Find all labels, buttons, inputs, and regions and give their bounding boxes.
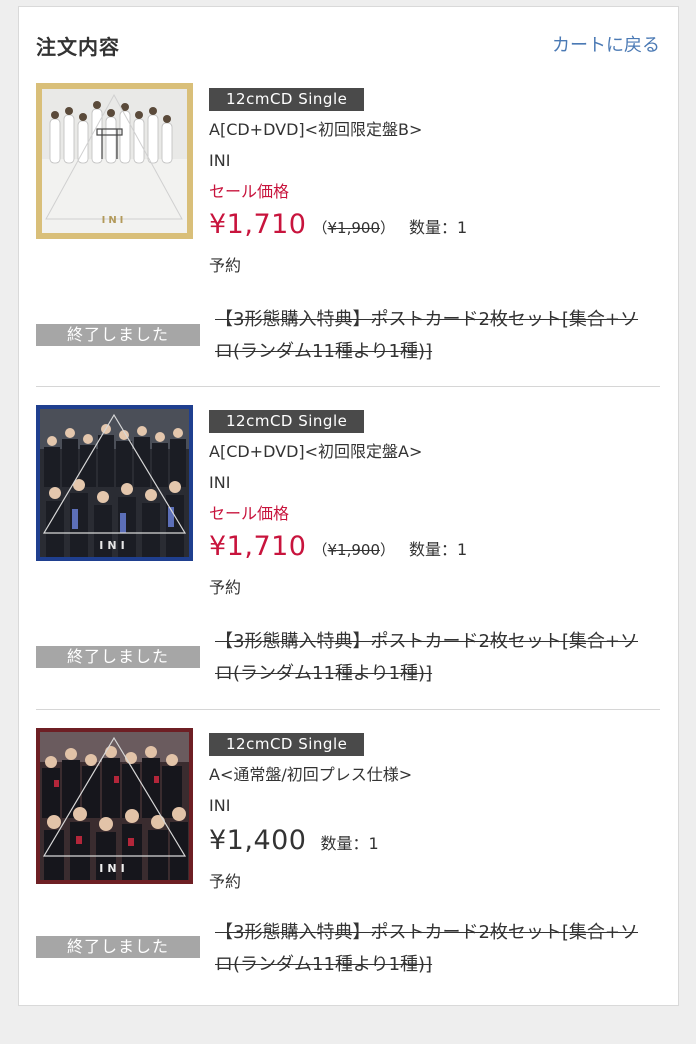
price: ¥1,710 [209, 531, 307, 562]
item-info: 12cmCD Single A[CD+DVD]<初回限定盤A> INI セール価… [209, 410, 659, 599]
product-title[interactable]: A[CD+DVD]<初回限定盤B> [209, 119, 659, 141]
item-divider [36, 386, 660, 387]
back-to-cart-link[interactable]: カートに戻る [552, 31, 660, 57]
order-contents-panel: 注文内容 カートに戻る INI 12cmCD Single A[CD+DVD]<… [18, 6, 679, 1006]
product-jacket-image[interactable]: INI [36, 728, 193, 884]
jacket-artwork: INI [42, 89, 187, 233]
item-divider [36, 709, 660, 710]
artist-name[interactable]: INI [209, 795, 659, 817]
ended-badge: 終了しました [36, 936, 200, 958]
price-row: ¥1,400 数量：1 [209, 825, 659, 861]
product-jacket-image[interactable]: INI [36, 83, 193, 239]
original-price: （¥1,900） [312, 541, 396, 559]
original-price: （¥1,900） [312, 219, 396, 237]
purchase-bonus-text: 【3形態購入特典】ポストカード2枚セット[集合+ソロ(ランダム11種より1種)] [215, 922, 639, 975]
product-jacket-image[interactable]: INI [36, 405, 193, 561]
artist-name[interactable]: INI [209, 150, 659, 172]
ended-badge: 終了しました [36, 646, 200, 668]
page-title: 注文内容 [36, 35, 120, 59]
jacket-artwork: INI [40, 409, 189, 557]
product-title[interactable]: A[CD+DVD]<初回限定盤A> [209, 441, 659, 463]
order-item: INI 12cmCD Single A[CD+DVD]<初回限定盤A> INI … [19, 399, 678, 721]
reservation-status: 予約 [209, 256, 242, 275]
format-badge: 12cmCD Single [209, 88, 365, 111]
product-title[interactable]: A<通常盤/初回プレス仕様> [209, 764, 659, 786]
price-row: ¥1,710 （¥1,900） 数量：1 [209, 209, 659, 245]
price-row: ¥1,710 （¥1,900） 数量：1 [209, 531, 659, 567]
item-info: 12cmCD Single A[CD+DVD]<初回限定盤B> INI セール価… [209, 88, 659, 277]
reservation-status: 予約 [209, 578, 242, 597]
ended-badge: 終了しました [36, 324, 200, 346]
jacket-logo: INI [99, 539, 128, 552]
price: ¥1,710 [209, 209, 307, 240]
sale-price-label: セール価格 [209, 504, 290, 523]
jacket-logo: INI [102, 215, 127, 226]
quantity: 数量：1 [320, 834, 379, 853]
quantity: 数量：1 [409, 218, 468, 237]
order-item: INI 12cmCD Single A<通常盤/初回プレス仕様> INI ¥1,… [19, 722, 678, 1044]
artist-name[interactable]: INI [209, 472, 659, 494]
quantity: 数量：1 [409, 540, 468, 559]
format-badge: 12cmCD Single [209, 733, 365, 756]
purchase-bonus-text: 【3形態購入特典】ポストカード2枚セット[集合+ソロ(ランダム11種より1種)] [215, 631, 639, 684]
format-badge: 12cmCD Single [209, 410, 365, 433]
purchase-bonus-text: 【3形態購入特典】ポストカード2枚セット[集合+ソロ(ランダム11種より1種)] [215, 309, 639, 362]
order-header: 注文内容 カートに戻る [19, 7, 678, 77]
jacket-artwork: INI [40, 732, 189, 880]
price: ¥1,400 [209, 825, 307, 856]
item-info: 12cmCD Single A<通常盤/初回プレス仕様> INI ¥1,400 … [209, 733, 659, 893]
reservation-status: 予約 [209, 872, 242, 891]
order-item: INI 12cmCD Single A[CD+DVD]<初回限定盤B> INI … [19, 77, 678, 399]
sale-price-label: セール価格 [209, 182, 290, 201]
jacket-logo: INI [99, 862, 128, 875]
